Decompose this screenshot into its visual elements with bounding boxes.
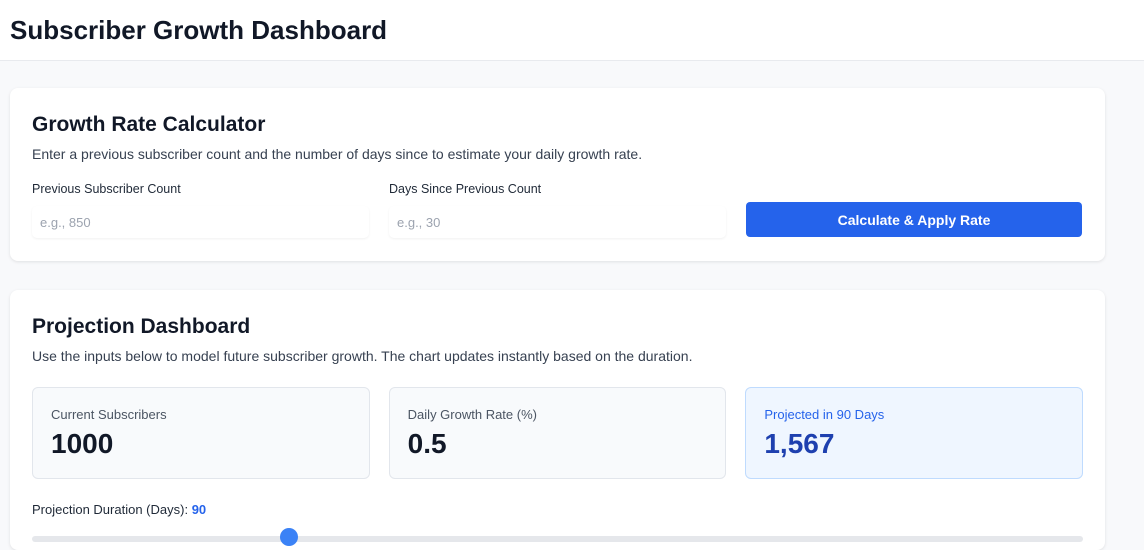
projection-description: Use the inputs below to model future sub… [32,348,693,364]
stat-label: Projected in 90 Days [764,407,885,422]
stat-label: Current Subscribers [51,407,167,422]
duration-value: 90 [191,502,207,517]
page-header: Subscriber Growth Dashboard [0,0,1144,61]
daily-growth-rate-stat: Daily Growth Rate (%) 0.5 [388,387,727,479]
current-subscribers-stat: Current Subscribers 1000 [32,387,370,479]
previous-count-input[interactable] [32,206,369,238]
projection-title: Projection Dashboard [32,315,251,338]
page-title: Subscriber Growth Dashboard [10,14,388,45]
days-since-label: Days Since Previous Count [389,182,542,196]
stat-label: Daily Growth Rate (%) [407,407,537,422]
stat-value: 1,567 [764,428,835,459]
stat-value: 1000 [51,428,114,459]
projection-dashboard-card: Projection Dashboard Use the inputs belo… [10,290,1105,550]
calculator-description: Enter a previous subscriber count and th… [32,146,643,162]
calculate-apply-rate-button[interactable]: Calculate & Apply Rate [746,202,1082,237]
projection-duration-label: Projection Duration (Days): 90 [32,502,1083,517]
calculator-title: Growth Rate Calculator [32,113,266,136]
slider-track[interactable] [32,536,1083,542]
stat-value: 0.5 [407,428,447,459]
growth-rate-calculator-card: Growth Rate Calculator Enter a previous … [10,88,1105,261]
projected-subscribers-stat: Projected in 90 Days 1,567 [745,387,1084,479]
days-since-input[interactable] [389,206,726,238]
projection-duration-slider[interactable] [32,525,1083,546]
duration-label-text: Projection Duration (Days): [32,502,189,517]
previous-count-label: Previous Subscriber Count [32,182,181,196]
